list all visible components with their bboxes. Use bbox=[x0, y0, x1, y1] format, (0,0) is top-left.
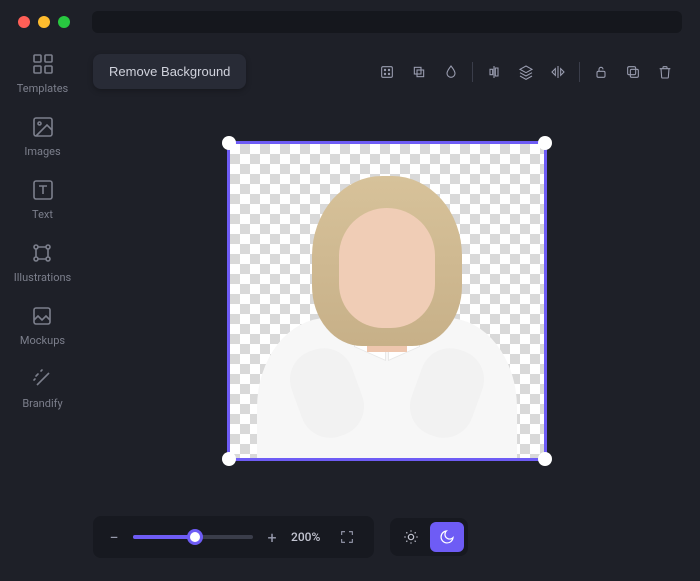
lock-button[interactable] bbox=[586, 57, 616, 87]
sidebar-item-label: Illustrations bbox=[14, 271, 71, 284]
titlebar bbox=[0, 0, 700, 44]
theme-toggle bbox=[390, 518, 468, 556]
sidebar-item-label: Images bbox=[24, 145, 60, 158]
top-toolbar: Remove Background bbox=[93, 54, 680, 89]
zoom-in-button[interactable]: + bbox=[263, 528, 281, 546]
window-close-button[interactable] bbox=[18, 16, 30, 28]
mockups-icon bbox=[30, 304, 54, 328]
zoom-control: − + 200% bbox=[93, 516, 374, 558]
sidebar-item-label: Brandify bbox=[22, 397, 62, 410]
sidebar-item-templates[interactable]: Templates bbox=[17, 52, 68, 95]
layers-button[interactable] bbox=[511, 57, 541, 87]
url-bar[interactable] bbox=[92, 11, 682, 33]
subject-image[interactable] bbox=[257, 158, 517, 458]
sidebar-item-label: Text bbox=[32, 208, 53, 221]
remove-background-button[interactable]: Remove Background bbox=[93, 54, 246, 89]
duplicate-button[interactable] bbox=[618, 57, 648, 87]
fit-screen-button[interactable] bbox=[332, 522, 362, 552]
flip-button[interactable] bbox=[543, 57, 573, 87]
bottom-bar: − + 200% bbox=[93, 513, 680, 561]
light-mode-button[interactable] bbox=[394, 522, 428, 552]
brandify-icon bbox=[31, 367, 55, 391]
zoom-slider[interactable] bbox=[133, 535, 253, 539]
sidebar-item-illustrations[interactable]: Illustrations bbox=[14, 241, 71, 284]
resize-handle-bottom-right[interactable] bbox=[538, 452, 552, 466]
canvas[interactable] bbox=[93, 89, 680, 513]
crop-button[interactable] bbox=[404, 57, 434, 87]
align-button[interactable] bbox=[479, 57, 509, 87]
illustrations-icon bbox=[30, 241, 54, 265]
moon-icon bbox=[439, 529, 455, 545]
resize-handle-bottom-left[interactable] bbox=[222, 452, 236, 466]
window-minimize-button[interactable] bbox=[38, 16, 50, 28]
text-icon bbox=[31, 178, 55, 202]
selection-frame[interactable] bbox=[227, 141, 547, 461]
images-icon bbox=[31, 115, 55, 139]
tool-group bbox=[372, 57, 680, 87]
sidebar-item-mockups[interactable]: Mockups bbox=[20, 304, 65, 347]
workspace: Remove Background bbox=[85, 44, 700, 581]
sidebar-item-text[interactable]: Text bbox=[31, 178, 55, 221]
zoom-slider-fill bbox=[133, 535, 195, 539]
sidebar-item-label: Mockups bbox=[20, 334, 65, 347]
sun-icon bbox=[403, 529, 419, 545]
sidebar-item-brandify[interactable]: Brandify bbox=[22, 367, 62, 410]
resize-handle-top-left[interactable] bbox=[222, 136, 236, 150]
delete-button[interactable] bbox=[650, 57, 680, 87]
resize-handle-top-right[interactable] bbox=[538, 136, 552, 150]
color-button[interactable] bbox=[436, 57, 466, 87]
dark-mode-button[interactable] bbox=[430, 522, 464, 552]
sidebar-item-images[interactable]: Images bbox=[24, 115, 60, 158]
zoom-slider-thumb[interactable] bbox=[187, 529, 203, 545]
divider bbox=[472, 62, 473, 82]
zoom-out-button[interactable]: − bbox=[105, 528, 123, 546]
templates-icon bbox=[31, 52, 55, 76]
effects-button[interactable] bbox=[372, 57, 402, 87]
divider bbox=[579, 62, 580, 82]
window-maximize-button[interactable] bbox=[58, 16, 70, 28]
zoom-value: 200% bbox=[291, 530, 320, 544]
sidebar: Templates Images Text Illustrations Mock… bbox=[0, 44, 85, 581]
sidebar-item-label: Templates bbox=[17, 82, 68, 95]
